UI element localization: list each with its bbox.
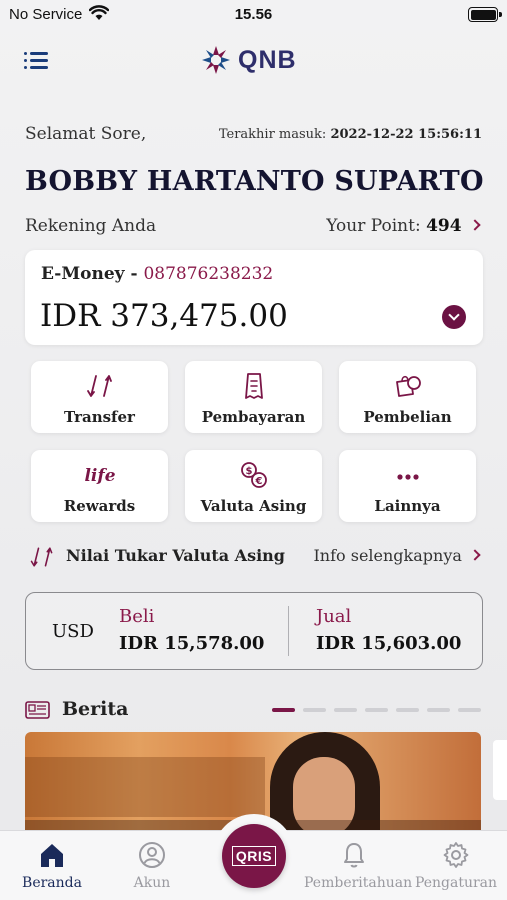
points-link[interactable]: Your Point: 494 — [326, 216, 481, 236]
qnb-logo: QNB — [200, 42, 297, 78]
exchange-header — [28, 543, 56, 571]
hamburger-menu-button[interactable] — [24, 50, 48, 70]
pagination-dot[interactable] — [303, 708, 326, 712]
transfer-arrows-icon — [86, 375, 112, 397]
svg-text:€: € — [254, 476, 262, 487]
more-dots-icon — [396, 474, 419, 480]
svg-text:life: life — [84, 466, 115, 486]
exchange-more-label: Info selengkapnya — [313, 546, 462, 565]
tab-label: Beranda — [22, 875, 82, 891]
tab-beranda[interactable]: Beranda — [22, 841, 82, 891]
currency-exchange-icon: $ € — [240, 462, 267, 488]
tab-label: Pemberitahuan — [304, 875, 413, 891]
battery-icon — [468, 7, 502, 22]
menu-label: Lainnya — [374, 497, 441, 515]
account-icon — [139, 842, 165, 868]
receipt-icon — [244, 373, 263, 399]
divider — [288, 606, 289, 656]
bell-icon — [344, 843, 364, 868]
exchange-rate-card: USD Beli IDR 15,578.00 Jual IDR 15,603.0… — [25, 592, 483, 670]
shopping-bag-icon — [395, 375, 421, 397]
pagination-dot[interactable] — [334, 708, 357, 712]
newspaper-icon — [25, 701, 50, 719]
menu-label: Transfer — [64, 408, 135, 426]
menu-pembelian-button[interactable]: Pembelian — [339, 361, 476, 433]
pagination-dot[interactable] — [272, 708, 295, 712]
menu-label: Valuta Asing — [200, 497, 307, 515]
tab-label: Akun — [133, 875, 171, 891]
account-type-label: E-Money - — [41, 264, 144, 284]
chevron-right-icon — [469, 549, 481, 561]
logo-wordmark: QNB — [238, 45, 297, 74]
greeting-salutation: Selamat Sore, — [25, 124, 147, 144]
clock: 15.56 — [234, 6, 273, 23]
sell-label: Jual — [316, 606, 352, 627]
account-dropdown-button[interactable] — [442, 305, 466, 329]
svg-text:$: $ — [245, 466, 252, 477]
tab-akun[interactable]: Akun — [122, 841, 182, 891]
exchange-more-link[interactable]: Info selengkapnya — [313, 546, 481, 565]
menu-lainnya-button[interactable]: Lainnya — [339, 450, 476, 522]
last-login-label: Terakhir masuk: — [218, 127, 327, 142]
chevron-right-icon — [469, 219, 481, 231]
pagination-dot[interactable] — [458, 708, 481, 712]
status-bar: No Service 15.56 — [0, 0, 507, 30]
tab-label: Pengaturan — [414, 875, 498, 891]
points-label: Your Point: — [326, 216, 421, 236]
menu-label: Pembelian — [363, 408, 452, 426]
menu-pembayaran-button[interactable]: Pembayaran — [185, 361, 322, 433]
account-type: E-Money - 087876238232 — [41, 264, 273, 284]
buy-value: IDR 15,578.00 — [119, 633, 265, 654]
tab-pengaturan[interactable]: Pengaturan — [414, 841, 498, 891]
menu-transfer-button[interactable]: Transfer — [31, 361, 168, 433]
qnb-logo-mark-icon — [202, 46, 230, 74]
next-news-card[interactable] — [493, 740, 507, 800]
account-card[interactable]: E-Money - 087876238232 IDR 373,475.00 — [25, 250, 483, 345]
qris-scan-button[interactable]: QRIS — [222, 824, 286, 888]
menu-rewards-button[interactable]: life Rewards — [31, 450, 168, 522]
last-login-value: 2022-12-22 15:56:11 — [330, 127, 482, 142]
accounts-label: Rekening Anda — [25, 216, 157, 236]
last-login: Terakhir masuk: 2022-12-22 15:56:11 — [219, 127, 482, 142]
home-icon — [41, 844, 63, 867]
account-balance: IDR 373,475.00 — [40, 298, 288, 334]
account-number: 087876238232 — [143, 264, 274, 284]
menu-valuta-asing-button[interactable]: $ € Valuta Asing — [185, 450, 322, 522]
news-title: Berita — [62, 698, 129, 720]
gear-icon — [443, 842, 469, 868]
transfer-arrows-icon — [30, 547, 53, 567]
user-name: BOBBY HARTANTO SUPARTO — [25, 166, 484, 197]
exchange-title: Nilai Tukar Valuta Asing — [66, 546, 285, 565]
tab-pemberitahuan[interactable]: Pemberitahuan — [304, 841, 413, 891]
life-rewards-icon: life — [84, 466, 115, 486]
pagination-dot[interactable] — [396, 708, 419, 712]
buy-label: Beli — [119, 606, 155, 627]
points-value: 494 — [426, 216, 462, 236]
menu-label: Rewards — [63, 497, 136, 515]
menu-label: Pembayaran — [201, 408, 306, 426]
news-pagination — [272, 708, 481, 712]
currency-code: USD — [52, 621, 94, 642]
pagination-dot[interactable] — [365, 708, 388, 712]
pagination-dot[interactable] — [427, 708, 450, 712]
qris-label: QRIS — [231, 846, 277, 866]
sell-value: IDR 15,603.00 — [316, 633, 462, 654]
